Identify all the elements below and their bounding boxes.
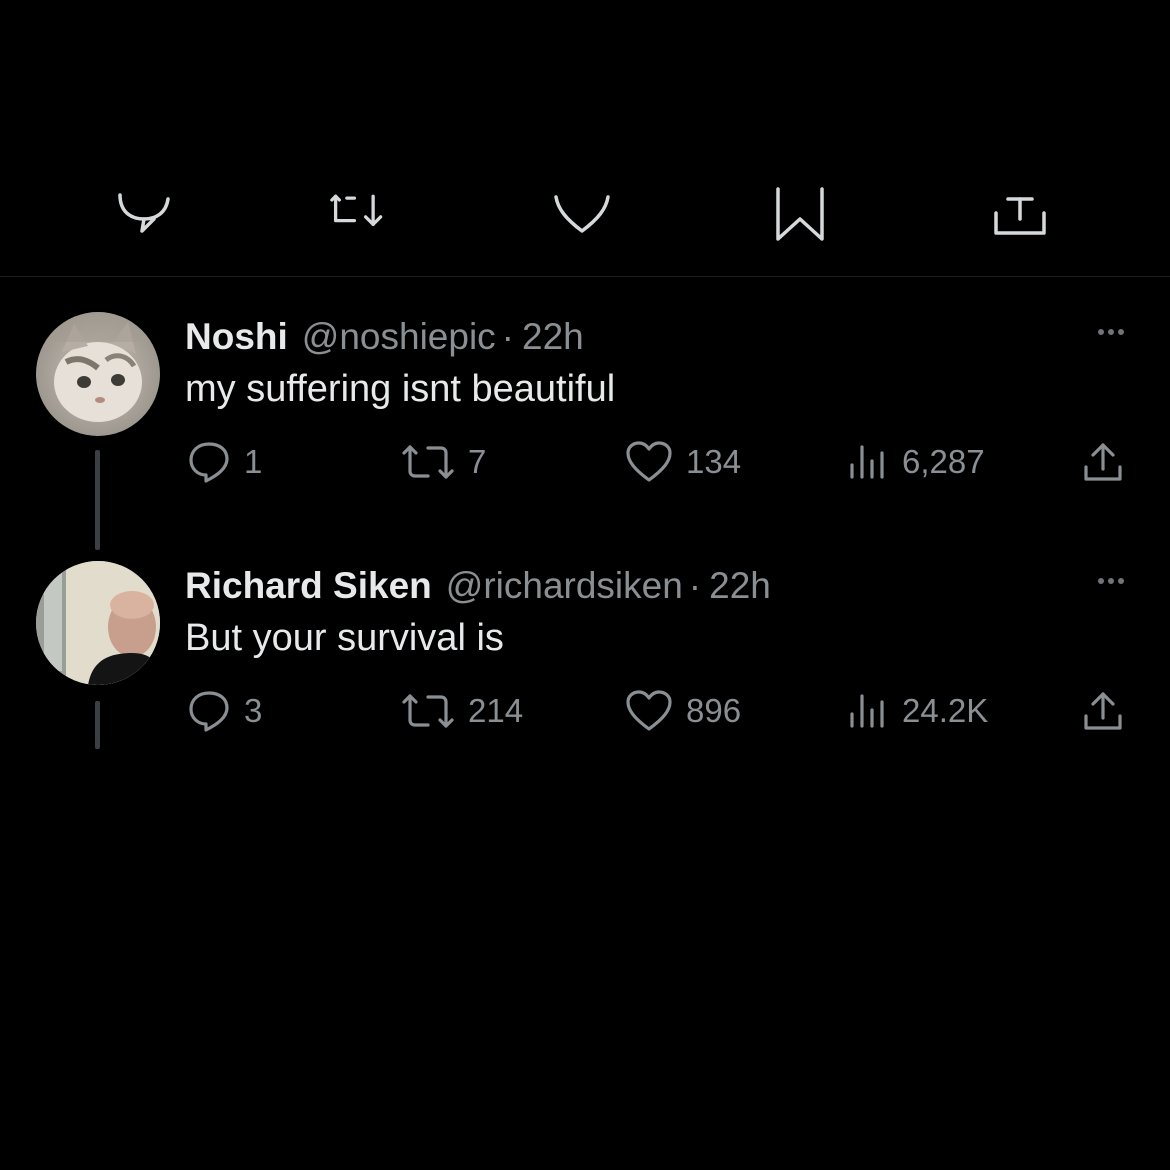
like-icon <box>554 195 610 233</box>
reply-button-top[interactable] <box>114 185 174 245</box>
tweet-action-bar: 1 7 134 6,287 <box>0 437 1170 487</box>
cat-avatar-icon <box>36 312 160 436</box>
timestamp[interactable]: 22h <box>709 561 771 611</box>
handle[interactable]: @richardsiken <box>446 561 683 611</box>
tweet-header: Richard Siken @richardsiken · 22h <box>185 561 771 611</box>
reply-button[interactable]: 3 <box>186 686 262 736</box>
reply-count: 1 <box>244 443 263 480</box>
separator-dot: · <box>688 565 702 606</box>
more-dot-icon <box>1098 578 1104 584</box>
views-icon <box>850 445 884 479</box>
display-name[interactable]: Noshi <box>185 312 288 362</box>
divider <box>0 276 1170 277</box>
views-icon <box>850 694 884 728</box>
tweet-noshi[interactable]: Noshi @noshiepic · 22h my suffering isnt… <box>0 312 1170 552</box>
like-button[interactable]: 134 <box>624 437 741 487</box>
more-dot-icon <box>1108 578 1114 584</box>
reply-button[interactable]: 1 <box>186 437 262 487</box>
reply-icon <box>118 193 170 233</box>
display-name[interactable]: Richard Siken <box>185 561 432 611</box>
tweet-header: Noshi @noshiepic · 22h <box>185 312 584 362</box>
heart-icon <box>626 690 672 731</box>
tweet-richard-siken[interactable]: Richard Siken @richardsiken · 22h But yo… <box>0 561 1170 801</box>
timestamp[interactable]: 22h <box>522 312 584 362</box>
avatar[interactable] <box>36 561 160 685</box>
person-avatar-icon <box>36 561 160 685</box>
like-button-top[interactable] <box>552 185 612 245</box>
more-dot-icon <box>1118 329 1124 335</box>
more-dot-icon <box>1108 329 1114 335</box>
more-dot-icon <box>1118 578 1124 584</box>
share-button[interactable] <box>1080 686 1126 736</box>
heart-icon <box>626 441 672 482</box>
like-count: 896 <box>686 692 742 729</box>
views-button[interactable]: 6,287 <box>846 437 985 487</box>
views-button[interactable]: 24.2K <box>846 686 988 736</box>
tweet-text: But your survival is <box>185 617 504 659</box>
tweet-action-bar: 3 214 896 24.2K <box>0 686 1170 736</box>
retweet-count: 214 <box>468 692 524 729</box>
share-icon <box>1084 692 1122 730</box>
retweet-icon <box>402 445 454 479</box>
retweet-icon <box>402 694 454 728</box>
reply-icon <box>189 691 229 732</box>
retweet-count: 7 <box>468 443 487 480</box>
share-icon <box>1084 443 1122 481</box>
retweet-button[interactable]: 7 <box>400 437 486 487</box>
more-dot-icon <box>1098 329 1104 335</box>
avatar[interactable] <box>36 312 160 436</box>
view-count: 24.2K <box>902 692 989 729</box>
previous-tweet-action-bar <box>0 185 1170 255</box>
bookmark-button-top[interactable] <box>770 185 830 245</box>
reply-count: 3 <box>244 692 263 729</box>
share-button[interactable] <box>1080 437 1126 487</box>
more-options-button[interactable] <box>1096 561 1126 601</box>
like-button[interactable]: 896 <box>624 686 741 736</box>
retweet-button[interactable]: 214 <box>400 686 523 736</box>
share-icon <box>994 197 1046 235</box>
like-count: 134 <box>686 443 742 480</box>
bookmark-icon <box>776 187 824 241</box>
retweet-icon <box>330 194 383 227</box>
more-options-button[interactable] <box>1096 312 1126 352</box>
handle[interactable]: @noshiepic <box>302 312 496 362</box>
separator-dot: · <box>501 316 514 357</box>
retweet-button-top[interactable] <box>330 185 390 245</box>
share-button-top[interactable] <box>990 185 1050 245</box>
reply-icon <box>189 442 229 483</box>
view-count: 6,287 <box>902 443 985 480</box>
tweet-text: my suffering isnt beautiful <box>185 368 616 410</box>
